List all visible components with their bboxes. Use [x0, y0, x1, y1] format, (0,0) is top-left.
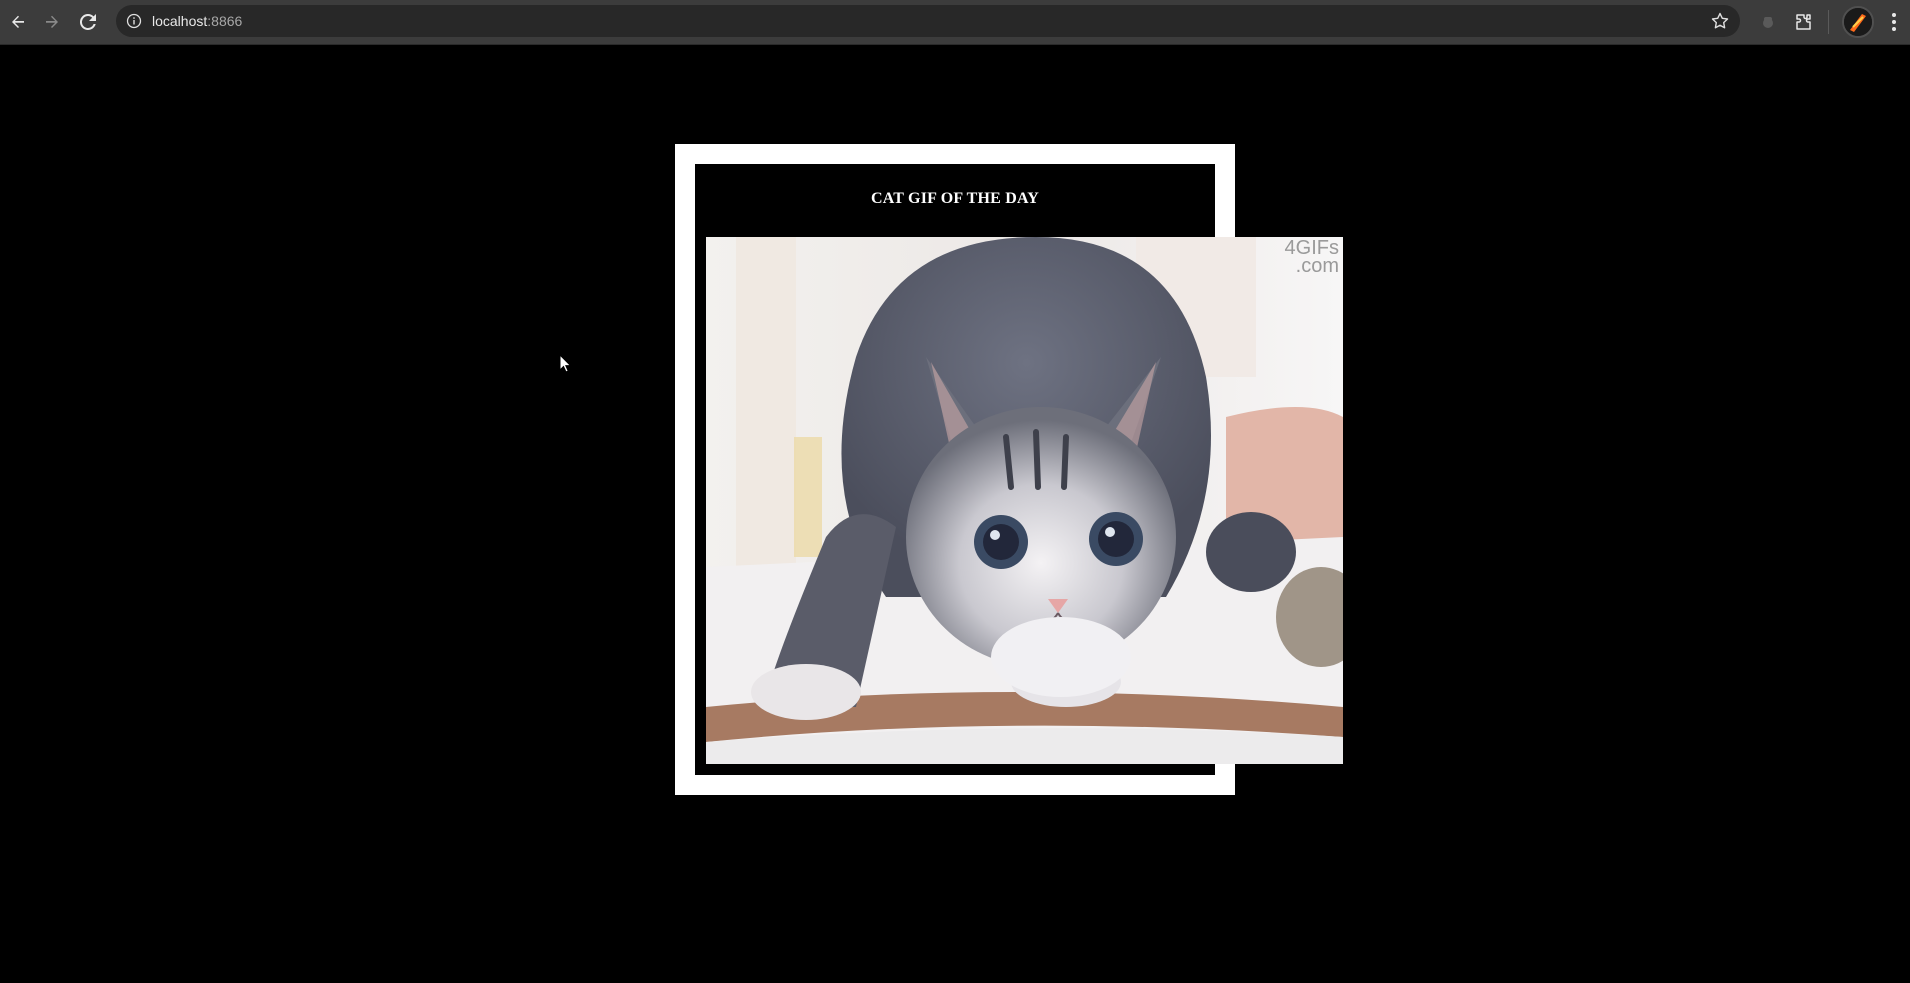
avatar[interactable] [1842, 6, 1874, 38]
kebab-menu-icon[interactable] [1886, 10, 1902, 34]
puzzle-icon [1763, 17, 1773, 28]
page-title: CAT GIF OF THE DAY [870, 190, 1040, 207]
profile-image [1844, 8, 1872, 36]
reload-button[interactable] [74, 8, 102, 36]
reload-icon [80, 14, 96, 30]
extension-button[interactable] [1756, 10, 1780, 34]
toolbar-divider [1828, 10, 1829, 34]
cat-gif-image: 4GIFs .com [706, 237, 1343, 764]
url-text[interactable]: localhost:8866 [152, 5, 242, 37]
forward-button[interactable] [38, 8, 66, 36]
url-host: localhost [152, 13, 208, 29]
gif-watermark: 4GIFs .com [1285, 238, 1339, 277]
info-icon[interactable] [126, 13, 142, 29]
watermark-line-2: .com [1295, 255, 1339, 277]
address-bar[interactable]: localhost:8866 [116, 5, 1740, 37]
extensions-button[interactable] [1792, 10, 1816, 34]
url-port: :8866 [207, 13, 243, 29]
back-button[interactable] [4, 8, 32, 36]
star-icon[interactable] [1710, 11, 1730, 31]
extensions-icon [1796, 14, 1811, 30]
back-arrow-icon [12, 15, 24, 28]
mouse-cursor-icon [559, 354, 572, 373]
forward-arrow-icon [46, 15, 58, 28]
browser-toolbar: localhost:8866 [0, 0, 1910, 45]
